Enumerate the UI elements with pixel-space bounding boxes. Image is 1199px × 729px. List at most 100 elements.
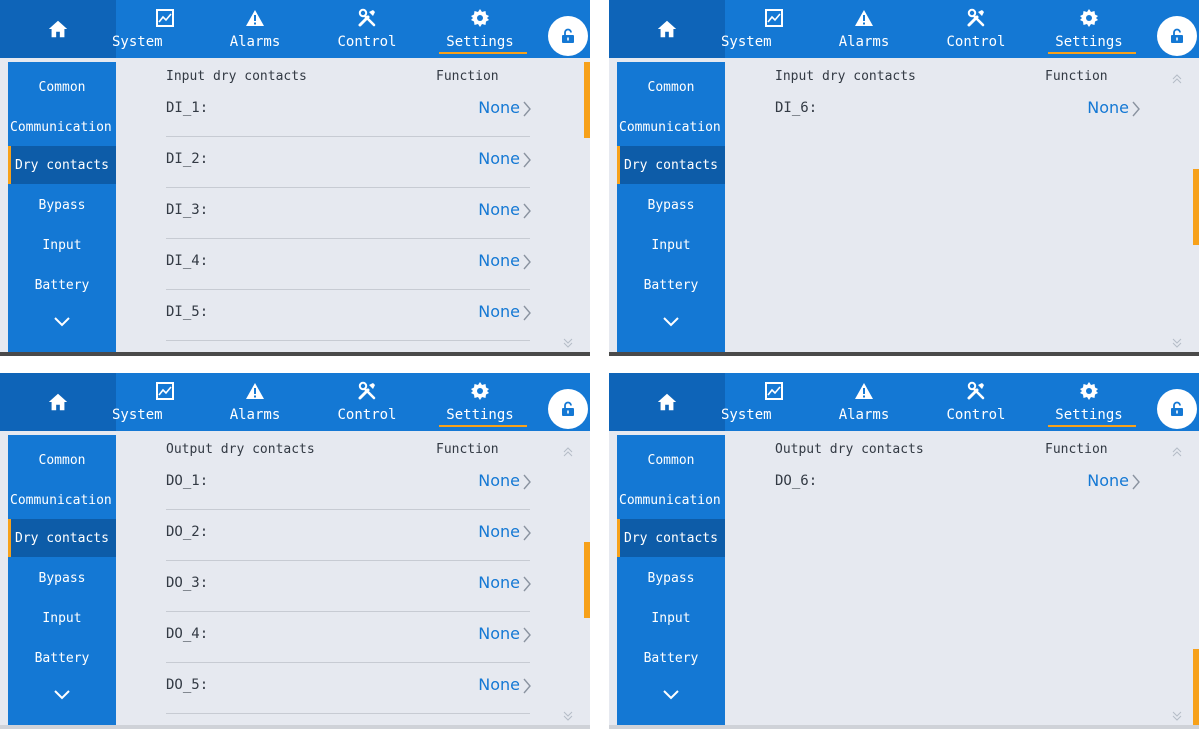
sidebar-item-common[interactable]: Common xyxy=(8,441,116,479)
scrollbar-thumb[interactable] xyxy=(1193,649,1199,725)
screen-panel: System Alarms Control Settings Common Communi… xyxy=(0,0,590,356)
function-value[interactable]: None xyxy=(478,149,520,168)
sidebar-item-bypass[interactable]: Bypass xyxy=(617,559,725,597)
sidebar-item-dry-contacts[interactable]: Dry contacts xyxy=(8,519,116,557)
function-value[interactable]: None xyxy=(478,302,520,321)
function-value[interactable]: None xyxy=(478,624,520,643)
list-item[interactable]: DO_1: None xyxy=(166,459,531,510)
chevron-down-icon[interactable] xyxy=(661,687,681,701)
sidebar-item-communication[interactable]: Communication xyxy=(617,108,725,146)
function-value[interactable]: None xyxy=(1087,471,1129,490)
sidebar-item-communication[interactable]: Communication xyxy=(8,481,116,519)
column-header-contacts: Input dry contacts xyxy=(775,69,916,84)
contact-name: DO_3: xyxy=(166,575,209,591)
scrollbar[interactable] xyxy=(584,62,590,352)
chevron-down-icon[interactable] xyxy=(52,687,72,701)
scroll-down-icon[interactable] xyxy=(1171,334,1183,348)
list-item[interactable]: DO_4: None xyxy=(166,612,531,663)
scroll-up-icon[interactable] xyxy=(562,443,574,457)
home-button[interactable] xyxy=(609,0,725,58)
scroll-up-icon[interactable] xyxy=(1171,443,1183,457)
scroll-down-icon[interactable] xyxy=(562,707,574,721)
scroll-down-icon[interactable] xyxy=(562,334,574,348)
list-item[interactable]: DI_4: None xyxy=(166,239,531,290)
tab-alarms[interactable]: Alarms xyxy=(200,0,310,58)
sidebar-item-input[interactable]: Input xyxy=(8,226,116,264)
scrollbar[interactable] xyxy=(1193,435,1199,725)
contact-name: DI_5: xyxy=(166,304,209,320)
sidebar-item-battery[interactable]: Battery xyxy=(617,639,725,677)
sidebar-item-battery[interactable]: Battery xyxy=(8,266,116,304)
home-button[interactable] xyxy=(0,373,116,431)
tab-settings[interactable]: Settings xyxy=(425,373,535,431)
scrollbar[interactable] xyxy=(1193,62,1199,352)
sidebar-item-common[interactable]: Common xyxy=(617,68,725,106)
tab-control[interactable]: Control xyxy=(312,373,422,431)
tab-settings[interactable]: Settings xyxy=(1034,0,1144,58)
scroll-up-icon[interactable] xyxy=(1171,70,1183,84)
chevron-right-icon xyxy=(522,575,532,593)
tab-control[interactable]: Control xyxy=(312,0,422,58)
scrollbar-thumb[interactable] xyxy=(1193,169,1199,245)
function-value[interactable]: None xyxy=(1087,98,1129,117)
lock-button[interactable] xyxy=(1157,389,1197,429)
sidebar-item-input[interactable]: Input xyxy=(8,599,116,637)
scroll-down-icon[interactable] xyxy=(1171,707,1183,721)
scrollbar-thumb[interactable] xyxy=(584,62,590,138)
function-value[interactable]: None xyxy=(478,251,520,270)
sidebar-item-common[interactable]: Common xyxy=(617,441,725,479)
function-value[interactable]: None xyxy=(478,675,520,694)
sidebar-item-battery[interactable]: Battery xyxy=(8,639,116,677)
list-item[interactable]: DI_2: None xyxy=(166,137,531,188)
list-item[interactable]: DI_5: None xyxy=(166,290,531,341)
lock-button[interactable] xyxy=(548,389,588,429)
sidebar-item-common[interactable]: Common xyxy=(8,68,116,106)
function-value[interactable]: None xyxy=(478,200,520,219)
gear-icon xyxy=(425,381,535,401)
function-value[interactable]: None xyxy=(478,522,520,541)
chevron-right-icon xyxy=(522,524,532,542)
tools-icon xyxy=(921,8,1031,28)
list-item[interactable]: DO_3: None xyxy=(166,561,531,612)
list-item[interactable]: DI_1: None xyxy=(166,86,531,137)
lock-button[interactable] xyxy=(1157,16,1197,56)
scrollbar[interactable] xyxy=(584,435,590,725)
scrollbar-thumb[interactable] xyxy=(584,542,590,618)
function-value[interactable]: None xyxy=(478,573,520,592)
list-item[interactable]: DO_2: None xyxy=(166,510,531,561)
list-item[interactable]: DO_5: None xyxy=(166,663,531,714)
chevron-down-icon[interactable] xyxy=(52,314,72,328)
home-button[interactable] xyxy=(609,373,725,431)
contact-name: DO_4: xyxy=(166,626,209,642)
tab-alarms[interactable]: Alarms xyxy=(200,373,310,431)
sidebar-item-dry-contacts[interactable]: Dry contacts xyxy=(8,146,116,184)
sidebar-item-input[interactable]: Input xyxy=(617,599,725,637)
sidebar-item-dry-contacts[interactable]: Dry contacts xyxy=(617,146,725,184)
list-item[interactable]: DI_6: None xyxy=(775,86,1140,137)
function-value[interactable]: None xyxy=(478,471,520,490)
column-header-function: Function xyxy=(1045,69,1108,84)
sidebar-item-battery[interactable]: Battery xyxy=(617,266,725,304)
sidebar-item-bypass[interactable]: Bypass xyxy=(8,186,116,224)
function-value[interactable]: None xyxy=(478,98,520,117)
tab-alarms[interactable]: Alarms xyxy=(809,373,919,431)
sidebar-item-communication[interactable]: Communication xyxy=(8,108,116,146)
home-button[interactable] xyxy=(0,0,116,58)
lock-button[interactable] xyxy=(548,16,588,56)
sidebar-item-bypass[interactable]: Bypass xyxy=(8,559,116,597)
tab-alarms[interactable]: Alarms xyxy=(809,0,919,58)
tab-control[interactable]: Control xyxy=(921,373,1031,431)
sidebar-item-communication[interactable]: Communication xyxy=(617,481,725,519)
list-item[interactable]: DI_3: None xyxy=(166,188,531,239)
list-item[interactable]: DO_6: None xyxy=(775,459,1140,510)
chevron-right-icon xyxy=(522,473,532,491)
sidebar-item-input[interactable]: Input xyxy=(617,226,725,264)
sidebar-item-dry-contacts[interactable]: Dry contacts xyxy=(617,519,725,557)
sidebar-item-bypass[interactable]: Bypass xyxy=(617,186,725,224)
tab-settings[interactable]: Settings xyxy=(425,0,535,58)
home-icon xyxy=(47,391,69,413)
chevron-down-icon[interactable] xyxy=(661,314,681,328)
tab-settings[interactable]: Settings xyxy=(1034,373,1144,431)
contact-name: DI_6: xyxy=(775,100,818,116)
tab-control[interactable]: Control xyxy=(921,0,1031,58)
